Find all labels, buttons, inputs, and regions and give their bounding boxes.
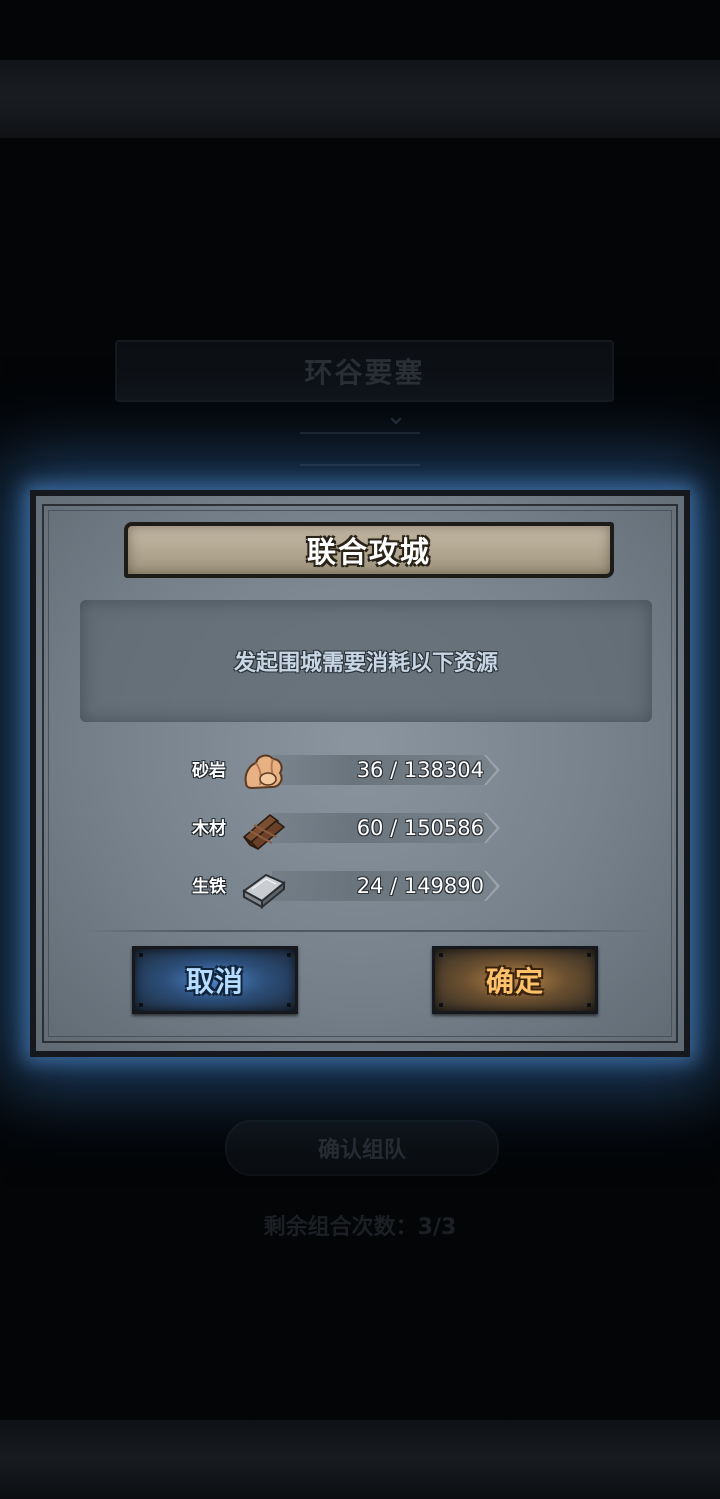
title-plate: 联合攻城 xyxy=(124,522,614,578)
confirm-button[interactable]: 确定 xyxy=(432,946,598,1014)
wood-icon xyxy=(242,814,286,850)
dialog-message: 发起围城需要消耗以下资源 xyxy=(233,651,498,676)
resource-row-wood: 木材 60 / 150586 xyxy=(192,809,502,850)
bottom-bar xyxy=(0,1420,720,1499)
siege-dialog: 联合攻城 发起围城需要消耗以下资源 砂岩 36 / 138304 木材 60 /… xyxy=(30,490,690,1057)
resource-value: 60 / 150586 xyxy=(356,816,484,840)
background-team-label: 确认组队 xyxy=(317,1138,406,1163)
sandstone-icon xyxy=(244,754,283,790)
resource-row-iron: 生铁 24 / 149890 xyxy=(192,867,502,909)
resource-label: 木材 xyxy=(192,819,226,839)
dialog-title: 联合攻城 xyxy=(306,535,431,569)
iron-icon xyxy=(242,873,286,909)
confirm-button-label: 确定 xyxy=(485,965,544,998)
cancel-button[interactable]: 取消 xyxy=(132,946,298,1014)
top-bar xyxy=(0,60,720,138)
background-team-button: 确认组队 xyxy=(225,1120,499,1176)
divider xyxy=(80,930,652,932)
resource-row-sandstone: 砂岩 36 / 138304 xyxy=(192,751,502,791)
background-decoration xyxy=(300,432,420,466)
background-note: 剩余组合次数：3/3 xyxy=(263,1215,457,1240)
resource-value: 36 / 138304 xyxy=(356,758,484,782)
resource-value: 24 / 149890 xyxy=(356,874,484,898)
resource-label: 砂岩 xyxy=(192,761,226,781)
resource-label: 生铁 xyxy=(192,877,226,897)
background-title-plate: 环谷要塞 xyxy=(115,340,614,402)
game-screen: 环谷要塞 ⌄ 确认组队 剩余组合次数：3/3 联合攻城 发起围城需要消耗以下资源… xyxy=(0,0,720,1499)
chevron-down-icon: ⌄ xyxy=(385,401,407,431)
message-box: 发起围城需要消耗以下资源 xyxy=(80,600,652,722)
cancel-button-label: 取消 xyxy=(185,965,244,998)
background-title: 环谷要塞 xyxy=(304,356,425,389)
